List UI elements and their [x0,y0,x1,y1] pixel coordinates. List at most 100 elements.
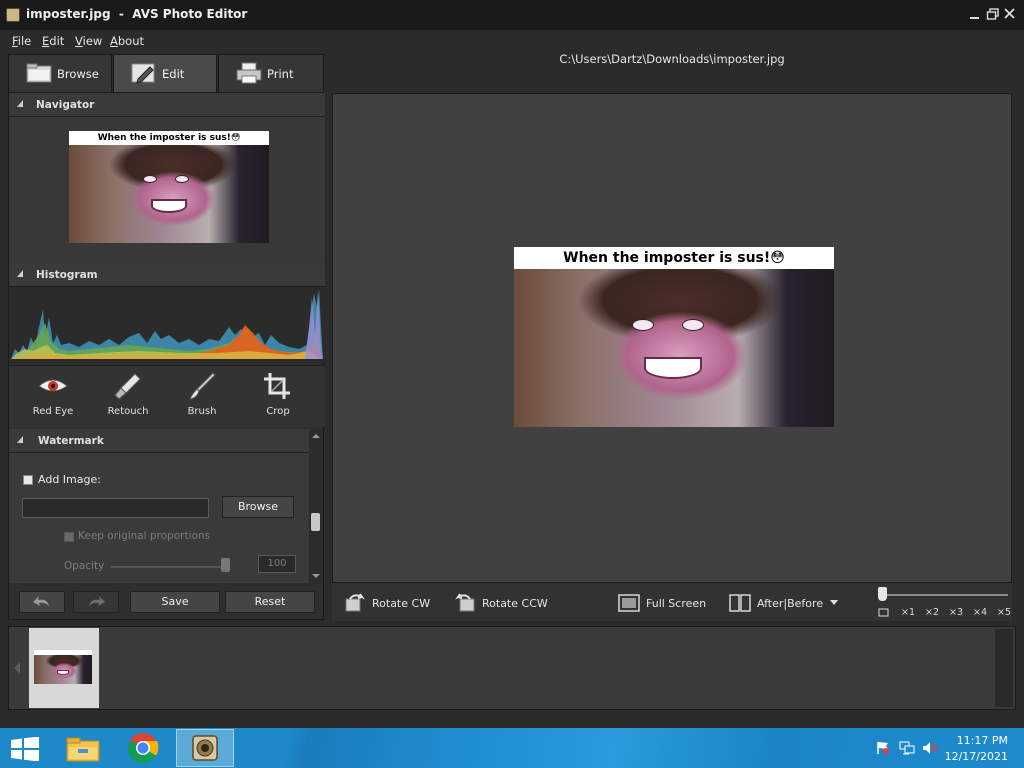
action-center-flag-icon[interactable] [876,741,890,755]
watermark-scrollbar[interactable] [309,429,323,583]
system-clock[interactable]: 11:17 PM 12/17/2021 [945,733,1008,765]
full-screen-label: Full Screen [646,597,707,610]
menu-file[interactable]: File [12,34,31,48]
zoom-x1[interactable]: ×1 [901,607,915,618]
after-before-button[interactable]: After|Before [729,593,845,613]
title-bar: imposter.jpg - AVS Photo Editor [0,0,1024,30]
zoom-slider-thumb[interactable] [878,587,887,601]
undo-button[interactable] [19,591,65,613]
minimize-icon [970,17,979,19]
histogram-graph [11,289,323,359]
file-explorer-taskbar-button[interactable] [54,729,112,767]
bottom-toolbar: Rotate CW Rotate CCW Full Screen After|B… [332,583,1012,621]
retouch-brush-icon [114,373,141,400]
tab-edit[interactable]: Edit [113,54,217,92]
add-image-label: Add Image: [38,473,101,486]
main-image-photo [514,269,834,427]
volume-muted-icon[interactable] [922,741,938,755]
restore-button[interactable] [986,7,1000,21]
full-screen-button[interactable]: Full Screen [618,593,708,613]
rotate-ccw-button[interactable]: Rotate CCW [454,593,558,613]
rotate-cw-button[interactable]: Rotate CW [344,593,440,613]
red-eye-label: Red Eye [32,406,74,417]
watermark-image-path-field[interactable] [22,498,209,518]
eye-icon [38,379,68,392]
zoom-x4[interactable]: ×4 [973,607,987,618]
filmstrip-smile [57,670,69,675]
window-title: imposter.jpg - AVS Photo Editor [26,7,248,21]
opacity-value-field[interactable]: 100 [258,555,296,573]
tab-print[interactable]: Print [218,54,324,92]
watermark-options: Add Image: Browse Keep original proporti… [9,453,309,583]
save-button[interactable]: Save [130,591,220,613]
scroll-down-icon [312,574,320,578]
navigator-preview[interactable]: When the imposter is sus!😳 [9,117,325,263]
main-image-caption: When the imposter is sus!😳 [514,247,834,269]
restore-icon [986,8,999,20]
edit-icon [131,63,155,84]
photo-editor-icon [192,735,218,761]
watermark-browse-button[interactable]: Browse [222,496,294,518]
navigator-right-eye [175,175,189,183]
file-path-label: C:\Users\Dartz\Downloads\imposter.jpg [559,52,785,66]
reset-button[interactable]: Reset [225,591,315,613]
menu-about[interactable]: About [110,34,144,48]
edit-side-panel: Navigator When the imposter is sus!😳 His… [8,92,325,620]
menu-edit[interactable]: Edit [42,34,64,48]
zoom-x2[interactable]: ×2 [925,607,939,618]
scroll-up-icon [312,434,320,438]
zoom-x5[interactable]: ×5 [997,607,1011,618]
tab-browse[interactable]: Browse [8,54,112,92]
navigator-smile [151,199,187,213]
minimize-button[interactable] [968,7,982,21]
folder-icon [66,737,100,762]
paintbrush-icon [189,372,216,400]
keep-proportions-checkbox[interactable] [64,532,74,542]
filmstrip-thumbnail[interactable] [29,628,99,708]
retouch-tool[interactable]: Retouch [98,372,158,422]
navigator-header[interactable]: Navigator [9,93,325,117]
network-icon[interactable] [899,741,915,755]
rotate-cw-label: Rotate CW [372,597,431,610]
image-canvas[interactable]: When the imposter is sus!😳 [332,93,1012,583]
main-image: When the imposter is sus!😳 [514,247,834,427]
watermark-title: Watermark [38,435,104,447]
crop-tool[interactable]: Crop [248,372,308,422]
crop-label: Crop [266,406,290,417]
brush-tool[interactable]: Brush [172,372,232,422]
avs-photo-editor-window: imposter.jpg - AVS Photo Editor File Edi… [0,0,1024,728]
add-image-checkbox[interactable] [23,475,33,485]
rotate-cw-icon [345,593,365,612]
opacity-label: Opacity [64,560,105,572]
close-button[interactable] [1003,7,1017,21]
scrollbar-thumb[interactable] [311,513,320,531]
histogram-header[interactable]: Histogram [9,263,325,287]
filmstrip-left-arrow-icon[interactable] [12,661,22,675]
filmstrip-thumbnail-image [34,650,92,684]
start-button[interactable] [0,729,50,767]
app-icon[interactable] [6,8,20,22]
filmstrip [8,626,1016,710]
zoom-slider-track[interactable] [880,594,1008,596]
avs-photo-editor-taskbar-button[interactable] [176,729,234,767]
edit-tools-bar: Red Eye Retouch Brush Crop [9,365,325,427]
main-left-eye [632,319,654,331]
chevron-down-icon[interactable] [829,599,839,607]
close-icon [1004,8,1015,19]
retouch-label: Retouch [107,406,149,417]
watermark-header[interactable]: Watermark [9,429,309,453]
zoom-x3[interactable]: ×3 [949,607,963,618]
red-eye-tool[interactable]: Red Eye [23,372,83,422]
tab-browse-label: Browse [57,67,99,81]
redo-icon [89,596,105,606]
chrome-icon [128,733,159,764]
redo-button[interactable] [73,591,119,613]
histogram-title: Histogram [36,269,98,281]
chrome-taskbar-button[interactable] [114,729,172,767]
opacity-slider-thumb[interactable] [221,558,230,572]
windows-taskbar: 11:17 PM 12/17/2021 [0,728,1024,768]
filmstrip-right-scroller[interactable] [995,629,1013,707]
menu-view[interactable]: View [75,34,102,48]
fit-window-icon[interactable] [878,608,890,618]
opacity-slider-track[interactable] [111,566,229,568]
